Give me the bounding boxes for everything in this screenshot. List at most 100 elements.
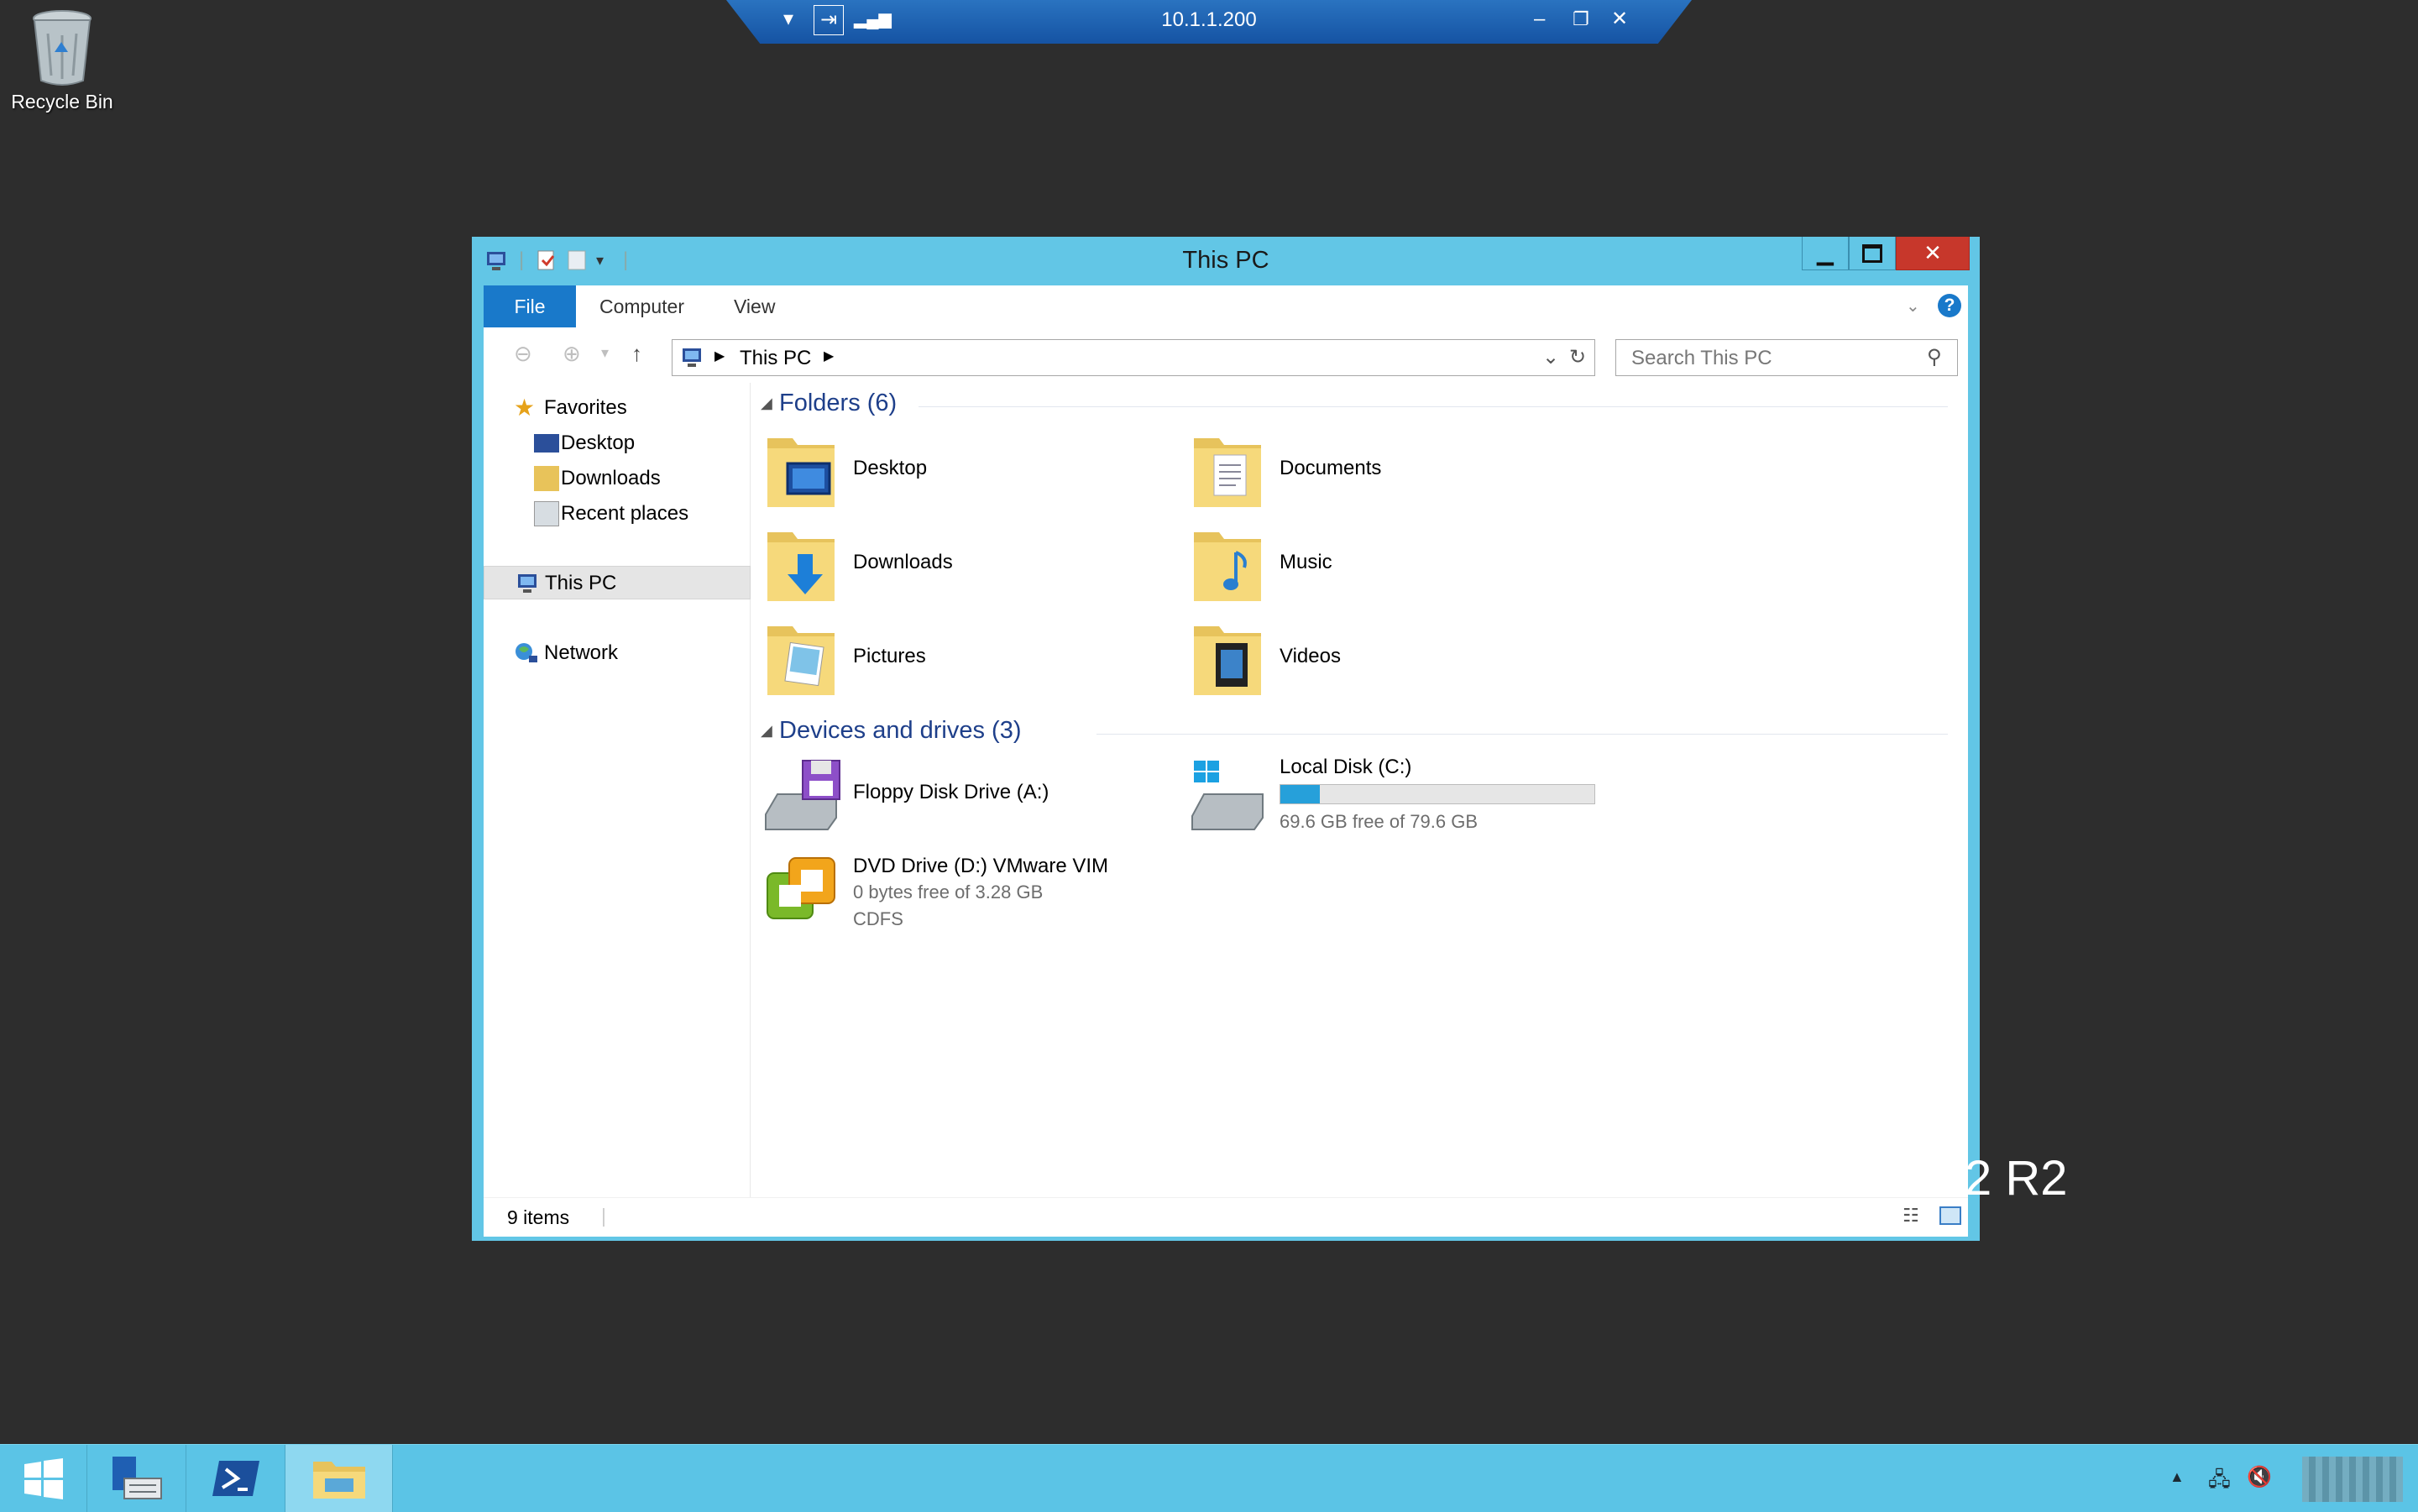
maximize-button[interactable] <box>1849 237 1896 270</box>
details-view-icon[interactable]: ☷ <box>1902 1205 1919 1227</box>
server-manager-icon <box>112 1457 162 1499</box>
expand-ribbon-icon[interactable]: ⌄ <box>1906 285 1920 327</box>
drive-dvd-d-label: DVD Drive (D:) VMware VIM <box>853 855 1109 877</box>
desktop-folder-icon <box>767 438 835 507</box>
drives-group-header[interactable]: ◢ Devices and drives (3) <box>751 717 1960 751</box>
window-title: This PC <box>1182 247 1269 274</box>
drive-usage-bar <box>1280 784 1595 804</box>
drive-dvd-d-filesystem: CDFS <box>853 908 903 929</box>
remote-host-label: 10.1.1.200 <box>1161 8 1257 31</box>
folder-desktop[interactable]: Desktop <box>751 430 1170 514</box>
address-dropdown-icon[interactable]: ⌄ <box>1542 345 1559 369</box>
search-icon[interactable]: ⚲ <box>1927 345 1942 369</box>
folders-group-title: Folders (6) <box>779 390 898 416</box>
content-pane: ◢ Folders (6) Desktop Documents Download… <box>751 383 1968 1197</box>
close-icon[interactable]: ✕ <box>1611 7 1628 32</box>
pictures-folder-icon <box>767 626 835 695</box>
this-pc-icon <box>518 574 536 593</box>
tab-computer[interactable]: Computer <box>599 285 684 327</box>
folder-music[interactable]: Music <box>1177 524 1597 608</box>
folder-documents[interactable]: Documents <box>1177 430 1597 514</box>
drive-local-c-label: Local Disk (C:) <box>1280 756 1412 778</box>
music-folder-icon <box>1194 532 1261 601</box>
folder-pictures[interactable]: Pictures <box>751 618 1170 702</box>
volume-muted-icon[interactable]: 🔇 <box>2247 1465 2272 1489</box>
minimize-button[interactable]: ▁ <box>1802 237 1849 270</box>
this-pc-small-icon <box>683 348 701 367</box>
search-box[interactable]: Search This PC ⚲ <box>1615 339 1958 376</box>
nav-this-pc-label: This PC <box>545 572 617 594</box>
nav-desktop-label: Desktop <box>561 432 636 454</box>
documents-folder-icon <box>1194 438 1261 507</box>
large-icons-view-icon[interactable] <box>1939 1206 1961 1225</box>
os-watermark: 2 R2 <box>1965 1151 2068 1206</box>
folder-videos[interactable]: Videos <box>1177 618 1597 702</box>
drives-group-title: Devices and drives (3) <box>779 717 1022 744</box>
nav-recent-places-label: Recent places <box>561 502 689 525</box>
network-icon <box>516 643 537 662</box>
folders-group-header[interactable]: ◢ Folders (6) <box>751 390 1960 423</box>
drive-floppy-a-label: Floppy Disk Drive (A:) <box>853 781 1049 803</box>
maximize-icon <box>1862 243 1882 263</box>
remote-connection-bar: ▾ ⇥ ▂▄▆ 10.1.1.200 – ❐ ✕ <box>726 0 1692 44</box>
drive-usage-fill <box>1280 785 1321 803</box>
close-button[interactable]: ✕ <box>1896 237 1970 270</box>
back-icon[interactable]: ⊖ <box>514 341 532 367</box>
file-explorer-icon <box>312 1462 365 1499</box>
clock[interactable] <box>2302 1457 2403 1502</box>
nav-this-pc[interactable]: This PC <box>484 566 751 599</box>
breadcrumb-separator-icon[interactable]: ▶ <box>714 348 725 364</box>
downloads-icon <box>534 466 559 491</box>
folder-desktop-label: Desktop <box>853 457 928 479</box>
nav-desktop[interactable]: Desktop <box>484 426 735 460</box>
title-bar[interactable]: | ▾ | This PC ▁ ✕ <box>472 237 1980 285</box>
drive-local-c-space: 69.6 GB free of 79.6 GB <box>1280 811 1479 832</box>
windows-start-icon <box>24 1458 63 1499</box>
collapse-triangle-icon: ◢ <box>761 722 772 739</box>
drive-local-c[interactable]: Local Disk (C:) 69.6 GB free of 79.6 GB <box>1177 756 1630 840</box>
downloads-folder-icon <box>767 532 835 601</box>
recent-places-icon <box>534 501 559 526</box>
drive-floppy-a[interactable]: Floppy Disk Drive (A:) <box>751 756 1170 840</box>
drive-dvd-d[interactable]: DVD Drive (D:) VMware VIM 0 bytes free o… <box>751 855 1187 955</box>
folder-documents-label: Documents <box>1280 457 1382 479</box>
forward-icon[interactable]: ⊕ <box>563 341 581 367</box>
taskbar-powershell[interactable] <box>186 1445 285 1512</box>
explorer-window: | ▾ | This PC ▁ ✕ File Computer View ⌄ ?… <box>472 237 1980 1241</box>
start-button[interactable] <box>0 1445 87 1512</box>
restore-icon[interactable]: ❐ <box>1573 7 1589 32</box>
folder-videos-label: Videos <box>1280 645 1341 667</box>
navigation-pane: ★ Favorites Desktop Downloads Recent pla… <box>484 383 751 1197</box>
recycle-bin-desktop-icon[interactable]: Recycle Bin <box>0 8 124 113</box>
breadcrumb-this-pc[interactable]: This PC <box>740 347 811 370</box>
search-input[interactable]: Search This PC <box>1631 347 1772 370</box>
network-status-icon[interactable]: 🖧 <box>2208 1465 2231 1499</box>
refresh-icon[interactable]: ↻ <box>1569 345 1586 369</box>
minimize-icon: ▁ <box>1817 240 1834 265</box>
nav-favorites[interactable]: ★ Favorites <box>484 391 735 425</box>
minimize-icon[interactable]: – <box>1534 7 1545 32</box>
desktop-icon <box>534 434 559 453</box>
nav-network[interactable]: Network <box>484 636 735 670</box>
collapse-triangle-icon: ◢ <box>761 395 772 411</box>
floppy-drive-icon <box>765 760 840 830</box>
help-icon[interactable]: ? <box>1938 294 1961 317</box>
nav-downloads[interactable]: Downloads <box>484 462 735 495</box>
taskbar-file-explorer[interactable] <box>285 1445 393 1512</box>
breadcrumb-separator-icon[interactable]: ▶ <box>824 348 834 364</box>
status-bar: 9 items | ☷ <box>484 1197 1968 1237</box>
taskbar-server-manager[interactable] <box>87 1445 186 1512</box>
vmware-dvd-icon <box>767 857 835 919</box>
star-icon: ★ <box>514 395 536 421</box>
folder-downloads[interactable]: Downloads <box>751 524 1170 608</box>
recent-locations-icon[interactable]: ▾ <box>601 344 609 362</box>
recycle-bin-icon <box>33 10 92 86</box>
folder-pictures-label: Pictures <box>853 645 926 667</box>
tab-view[interactable]: View <box>734 285 775 327</box>
show-hidden-icons-icon[interactable]: ▲ <box>2169 1468 2185 1486</box>
tab-file[interactable]: File <box>484 285 576 327</box>
up-arrow-icon[interactable]: ↑ <box>631 341 642 367</box>
nav-recent-places[interactable]: Recent places <box>484 497 735 531</box>
nav-favorites-label: Favorites <box>544 396 627 419</box>
address-bar[interactable]: ▶ This PC ▶ ⌄ ↻ <box>672 339 1595 376</box>
